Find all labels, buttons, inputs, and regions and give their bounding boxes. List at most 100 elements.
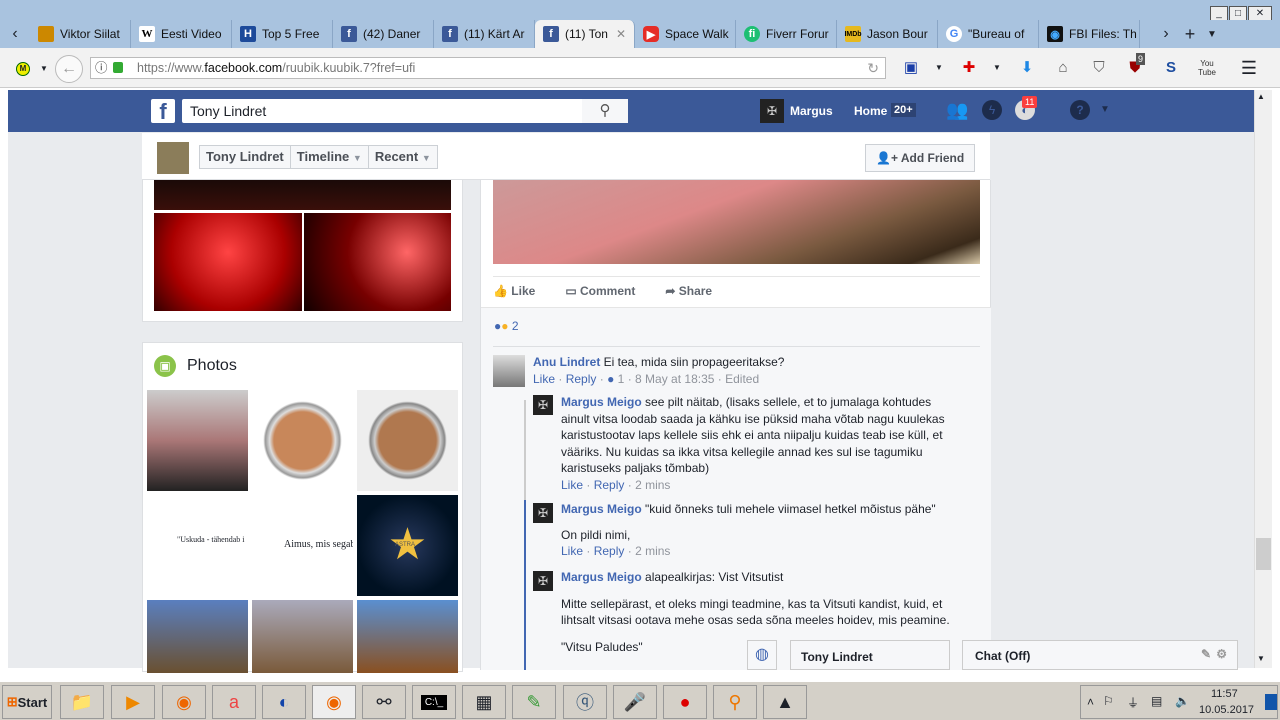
facebook-logo-icon[interactable]: f [151,99,175,124]
reactions-summary[interactable]: ●● 2 [494,319,519,333]
tab[interactable]: ▶ Space Walk [635,20,736,48]
compose-icon[interactable]: ✎ [1201,647,1211,661]
clock-time[interactable]: 11:57 [1211,688,1238,700]
media-player-icon[interactable]: ▶ [111,685,155,719]
recent-button[interactable]: Recent ▼ [368,145,438,169]
browser-icon[interactable]: ◐ [262,685,306,719]
scroll-tabs-right-icon[interactable]: › [1154,25,1178,43]
dropdown-icon[interactable]: ▼ [930,59,948,77]
tab[interactable]: W Eesti Video [131,20,232,48]
avatar[interactable]: ✠ [533,395,553,415]
tab[interactable]: IMDb Jason Bour [837,20,938,48]
chat-sidebar-bar[interactable]: Chat (Off) ✎ ⚙ [962,640,1238,670]
maximize-button[interactable]: □ [1229,6,1247,21]
close-window-button[interactable]: ✕ [1248,6,1272,21]
firefox-icon[interactable]: ◉ [162,685,206,719]
tab[interactable]: H Top 5 Free [232,20,333,48]
photo-thumbnail[interactable] [147,390,248,491]
tab[interactable]: Viktor Siilat [30,20,131,48]
photo-thumbnail[interactable]: Aimus, mis segab õpp [252,495,353,596]
start-button[interactable]: ⊞ Start [2,685,52,719]
comment-like-link[interactable]: Like [561,544,583,558]
avatar[interactable] [493,355,525,387]
help-icon[interactable]: ? [1070,100,1090,120]
comment-time[interactable]: 8 May at 18:35 [635,372,714,386]
comment-edited[interactable]: Edited [725,372,759,386]
show-desktop-button[interactable] [1265,694,1277,710]
usb-icon[interactable]: ⏚ [1127,694,1139,711]
messenger-icon[interactable]: ϟ [982,100,1002,120]
comment-author[interactable]: Margus Meigo [561,570,642,584]
explorer-icon[interactable]: 📁 [60,685,104,719]
comment-time[interactable]: 2 mins [635,544,670,558]
calculator-icon[interactable]: ▦ [462,685,506,719]
share-button[interactable]: ➦ Share [665,284,712,298]
tab[interactable]: f (11) Kärt Ar [434,20,535,48]
volume-icon[interactable]: 🔈 [1175,694,1190,708]
ublock-icon[interactable]: ⛊ 9 [1126,53,1146,77]
gear-icon[interactable]: ⚙ [1216,647,1227,661]
url-bar[interactable]: ⓘ https://www.facebook.com/ruubik.kuubik… [90,57,886,79]
profile-name-button[interactable]: Tony Lindret [199,145,291,169]
tray-expand-icon[interactable]: ˄ [1087,695,1094,709]
menu-icon[interactable]: ☰ [1240,59,1258,77]
comment-author[interactable]: Margus Meigo [561,395,642,409]
flag-icon[interactable]: ⚐ [1103,694,1114,708]
scrollbar-thumb[interactable] [1256,538,1271,570]
comment-time[interactable]: 2 mins [635,478,670,492]
photo-thumbnail[interactable] [154,213,302,311]
clock-date[interactable]: 10.05.2017 [1199,704,1254,716]
search-icon[interactable]: ⚲ [582,99,628,123]
info-icon[interactable]: ⓘ [95,58,108,78]
friend-requests-icon[interactable]: 👥 [946,100,968,121]
globe-icon[interactable]: ◍ [747,640,777,670]
tab-list-icon[interactable]: ▼ [1202,29,1222,40]
back-button[interactable]: ← [55,55,83,83]
comment-author[interactable]: Anu Lindret [533,355,600,369]
comment-author[interactable]: Margus Meigo [561,502,642,516]
network-app-icon[interactable]: ⚯ [362,685,406,719]
close-tab-icon[interactable]: ✕ [616,27,626,41]
tab[interactable]: f (42) Daner [333,20,434,48]
tab[interactable]: G "Bureau of [938,20,1039,48]
home-icon[interactable]: ⌂ [1054,59,1072,77]
photo-thumbnail[interactable] [357,600,458,673]
youtube-extension-icon[interactable]: You Tube [1198,59,1216,77]
photo-thumbnail[interactable]: "Uskuda - tähendab i [147,495,248,596]
photo-thumbnail[interactable] [252,390,353,491]
first-aid-icon[interactable]: ✚ [960,59,978,77]
notepad-icon[interactable]: ✎ [512,685,556,719]
network-icon[interactable]: ▤ [1151,694,1162,708]
microphone-icon[interactable]: 🎤 [613,685,657,719]
home-link[interactable]: Home [854,104,887,118]
comment-reply-link[interactable]: Reply [594,478,625,492]
photo-thumbnail[interactable] [357,390,458,491]
photo-thumbnail[interactable] [154,180,451,210]
tab[interactable]: ◉ FBI Files: Th [1039,20,1140,48]
post-image[interactable] [493,180,980,264]
minimize-button[interactable]: _ [1210,6,1228,21]
add-friend-button[interactable]: 👤+ Add Friend [865,144,976,172]
terminal-icon[interactable]: C:\_ [412,685,456,719]
photos-title[interactable]: Photos [187,357,237,375]
photo-thumbnail[interactable]: ★ ASTRA [357,495,458,596]
vertical-scrollbar[interactable]: ▲ ▼ [1254,90,1272,668]
save-icon[interactable]: ▣ [902,59,920,77]
scroll-up-icon[interactable]: ▲ [1257,92,1265,101]
new-tab-icon[interactable]: + [1178,24,1202,45]
download-icon[interactable]: ⬇ [1018,59,1036,77]
comment-button[interactable]: ▭ Comment [565,284,635,298]
tab[interactable]: fi Fiverr Forur [736,20,837,48]
search-input[interactable]: Tony Lindret ⚲ [182,99,628,123]
tab-active[interactable]: f (11) Ton ✕ [535,20,635,48]
account-menu-icon[interactable]: ▼ [1100,104,1110,115]
profile-picture[interactable] [157,142,189,174]
like-button[interactable]: 👍 Like [493,284,535,298]
recorder-icon[interactable]: ● [663,685,707,719]
comment-like-link[interactable]: Like [533,372,555,386]
photo-thumbnail[interactable] [252,600,353,673]
scroll-tabs-left-icon[interactable]: ‹ [0,25,30,43]
comment-reply-link[interactable]: Reply [566,372,597,386]
photo-thumbnail[interactable] [304,213,451,311]
avatar[interactable]: ✠ [760,99,784,123]
